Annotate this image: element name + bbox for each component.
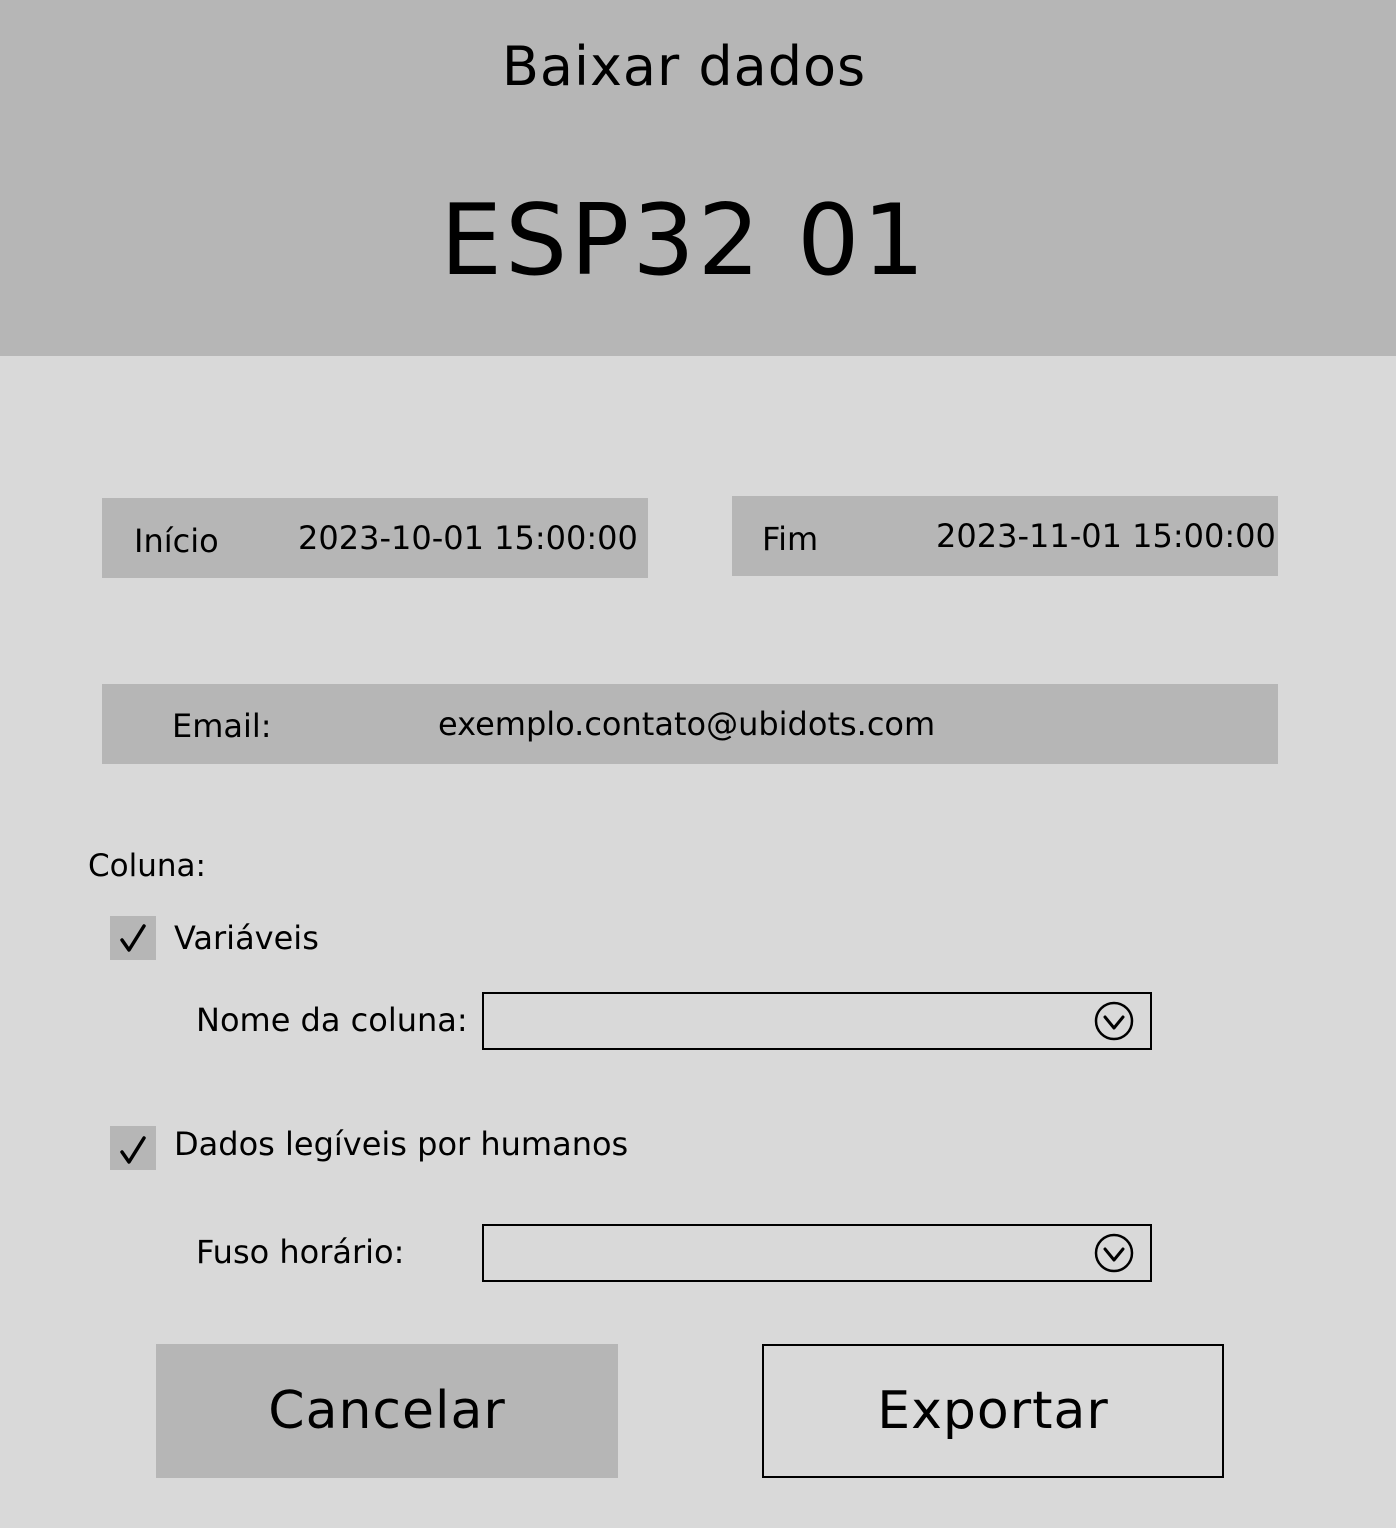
timezone-label: Fuso horário: xyxy=(196,1233,405,1271)
variables-checkbox-label[interactable]: Variáveis xyxy=(174,918,319,958)
dialog-header: Baixar dados ESP32 01 xyxy=(0,0,1396,356)
cancel-button[interactable]: Cancelar xyxy=(156,1344,618,1478)
email-field[interactable]: Email: exemplo.contato@ubidots.com xyxy=(102,684,1278,764)
chevron-down-icon[interactable] xyxy=(1094,1233,1134,1273)
timezone-select[interactable] xyxy=(482,1224,1152,1282)
human-readable-checkbox[interactable] xyxy=(110,1126,156,1170)
column-section-label: Coluna: xyxy=(88,848,206,884)
check-icon xyxy=(120,924,146,952)
end-date-field[interactable]: Fim 2023-11-01 15:00:00 xyxy=(732,496,1278,576)
variables-checkbox[interactable] xyxy=(110,916,156,960)
start-date-value[interactable]: 2023-10-01 15:00:00 xyxy=(298,518,638,558)
end-date-value[interactable]: 2023-11-01 15:00:00 xyxy=(936,516,1276,556)
email-label: Email: xyxy=(172,707,272,745)
dialog-title: Baixar dados xyxy=(501,35,867,98)
column-name-label: Nome da coluna: xyxy=(196,1001,468,1039)
start-date-field[interactable]: Início 2023-10-01 15:00:00 xyxy=(102,498,648,578)
chevron-down-icon[interactable] xyxy=(1094,1001,1134,1041)
device-name: ESP32 01 xyxy=(440,184,928,298)
human-readable-checkbox-label[interactable]: Dados legíveis por humanos xyxy=(174,1124,628,1164)
column-name-select[interactable] xyxy=(482,992,1152,1050)
export-button[interactable]: Exportar xyxy=(762,1344,1224,1478)
email-value[interactable]: exemplo.contato@ubidots.com xyxy=(438,704,935,744)
start-date-label: Início xyxy=(134,522,219,560)
end-date-label: Fim xyxy=(762,520,819,558)
check-icon xyxy=(120,1136,146,1164)
